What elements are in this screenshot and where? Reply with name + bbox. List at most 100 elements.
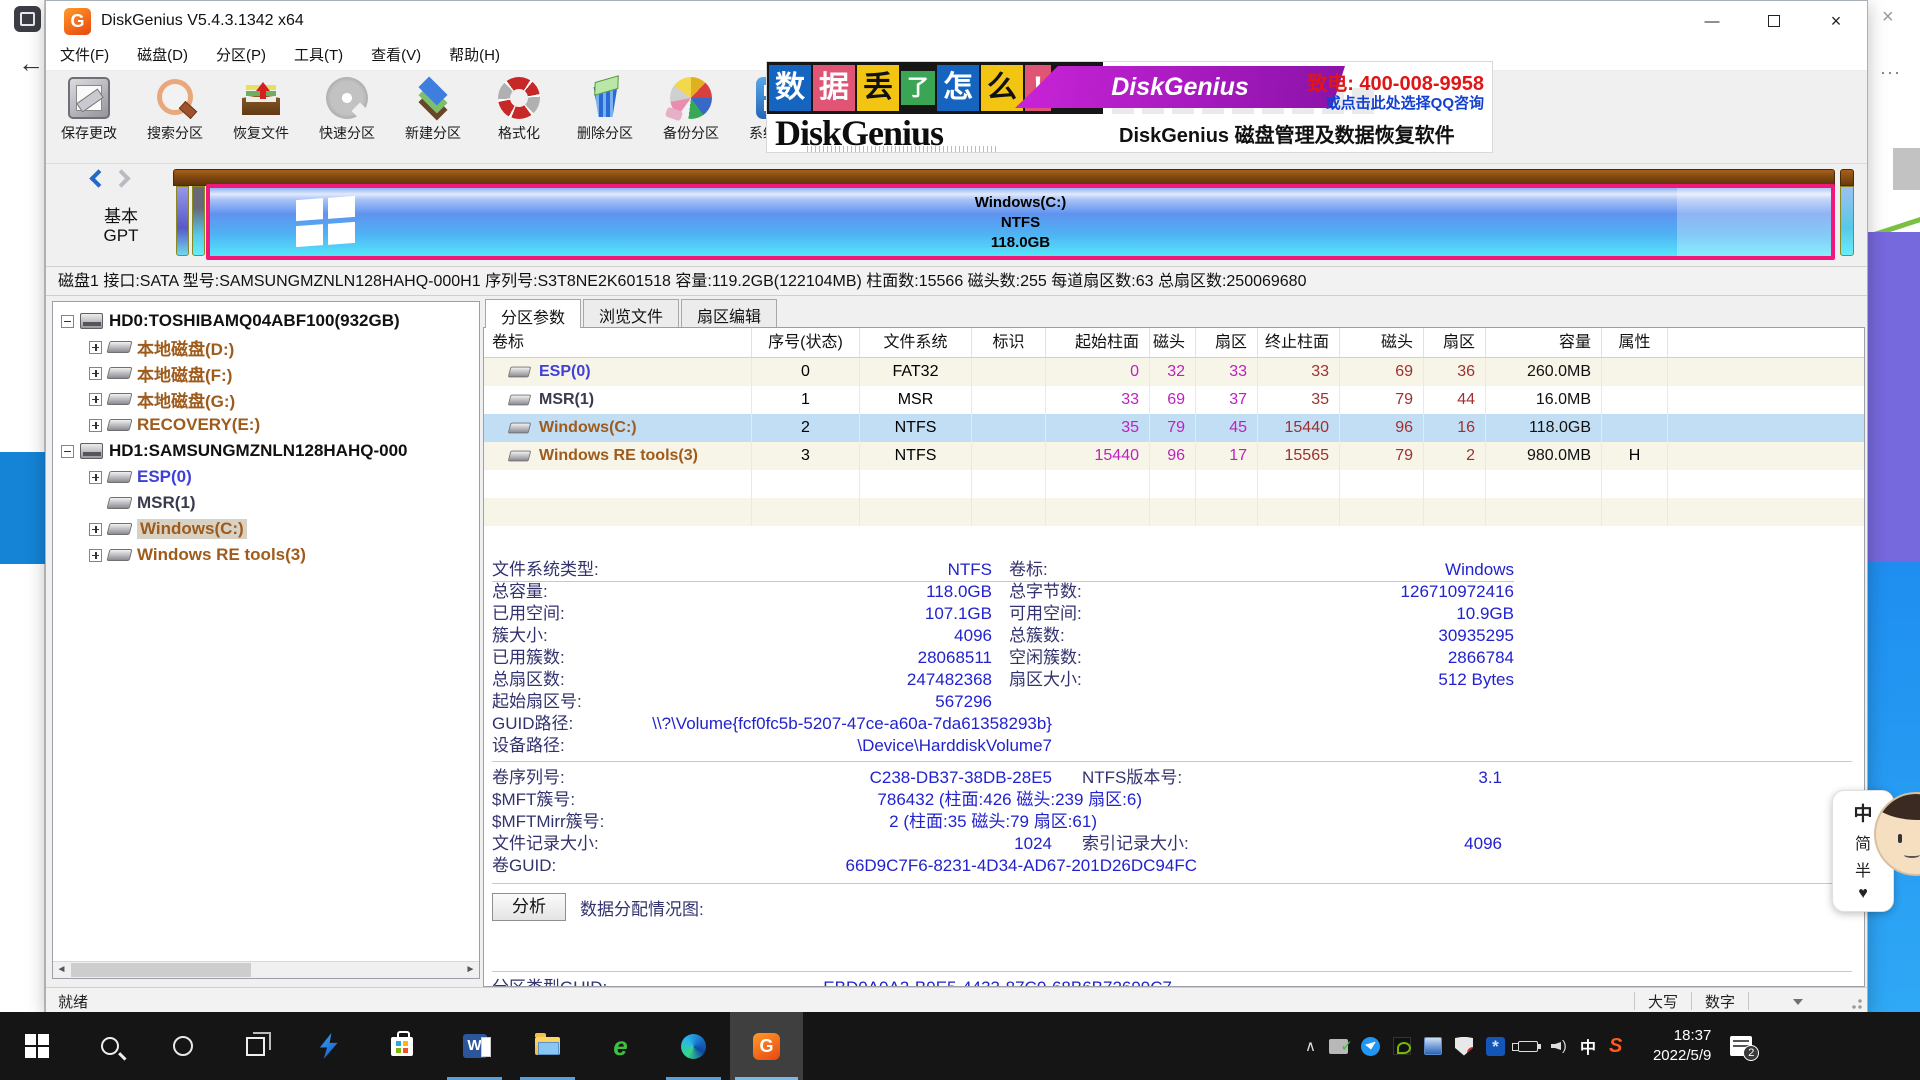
esp-partition-block[interactable]	[176, 186, 189, 256]
tree-item-msr[interactable]: MSR(1)	[53, 490, 479, 516]
snowflake-icon[interactable]: *	[1486, 1037, 1505, 1056]
task-view-button[interactable]	[219, 1012, 292, 1080]
tree-item-recovery-e[interactable]: RECOVERY(E:)	[53, 412, 479, 438]
background-more-icon[interactable]: ···	[1880, 62, 1901, 83]
scrollbar-thumb[interactable]	[71, 963, 251, 977]
analyze-button[interactable]: 分析	[492, 893, 566, 921]
col-end-sector[interactable]: 扇区	[1424, 328, 1486, 357]
tree-item-esp[interactable]: ESP(0)	[53, 464, 479, 490]
col-volume-label[interactable]: 卷标	[484, 328, 752, 357]
close-button[interactable]: ×	[1805, 1, 1867, 41]
expand-icon[interactable]	[89, 419, 102, 432]
tab-browse-files[interactable]: 浏览文件	[583, 299, 679, 328]
dingtalk-icon[interactable]	[1361, 1037, 1380, 1056]
col-start-sector[interactable]: 扇区	[1196, 328, 1258, 357]
notification-icon[interactable]: 2	[1730, 1036, 1752, 1056]
taskbar-search-button[interactable]	[73, 1012, 146, 1080]
menu-disk[interactable]: 磁盘(D)	[123, 41, 202, 71]
intel-graphics-icon[interactable]	[1424, 1037, 1442, 1055]
menu-partition[interactable]: 分区(P)	[202, 41, 280, 71]
new-partition-button[interactable]: 新建分区	[390, 71, 476, 161]
recover-files-button[interactable]: 恢复文件	[218, 71, 304, 161]
defender-icon[interactable]: ×	[1455, 1037, 1473, 1056]
background-close-icon[interactable]: ×	[1882, 6, 1894, 29]
col-end-cylinder[interactable]: 终止柱面	[1258, 328, 1340, 357]
table-row-windows-re[interactable]: Windows RE tools(3) 3NTFS 154409617 1556…	[484, 442, 1864, 470]
tree-item-hd0[interactable]: HD0:TOSHIBAMQ04ABF100(932GB)	[53, 308, 479, 334]
col-end-head[interactable]: 磁头	[1340, 328, 1424, 357]
scroll-left-icon[interactable]: ◄	[53, 962, 70, 978]
tree-item-hd1[interactable]: HD1:SAMSUNGMZNLN128HAHQ-000	[53, 438, 479, 464]
tree-item-windows-re[interactable]: Windows RE tools(3)	[53, 542, 479, 568]
scroll-right-icon[interactable]: ►	[462, 962, 479, 978]
tree-horizontal-scrollbar[interactable]: ◄ ►	[53, 961, 479, 978]
tree-item-disk-g[interactable]: 本地磁盘(G:)	[53, 386, 479, 412]
ie-browser-button[interactable]: e	[584, 1012, 657, 1080]
tree-item-disk-f[interactable]: 本地磁盘(F:)	[53, 360, 479, 386]
col-index-status[interactable]: 序号(状态)	[752, 328, 860, 357]
expand-icon[interactable]	[89, 471, 102, 484]
ime-mode-zh[interactable]: 中	[1853, 799, 1872, 826]
ad-qq-link[interactable]: 或点击此处选择QQ咨询	[1326, 92, 1484, 113]
edge-browser-button[interactable]	[657, 1012, 730, 1080]
col-attributes[interactable]: 属性	[1602, 328, 1668, 357]
expand-icon[interactable]	[89, 393, 102, 406]
collapse-icon[interactable]	[61, 315, 74, 328]
collapse-icon[interactable]	[61, 445, 74, 458]
table-row-esp[interactable]: ESP(0) 0FAT32 03233 336936 260.0MB	[484, 358, 1864, 386]
ime-indicator[interactable]: 中	[1580, 1034, 1596, 1058]
tree-item-disk-d[interactable]: 本地磁盘(D:)	[53, 334, 479, 360]
ime-halfwidth[interactable]: 半	[1855, 857, 1871, 881]
heart-icon[interactable]: ♥	[1858, 885, 1868, 903]
tab-partition-params[interactable]: 分区参数	[485, 299, 581, 328]
minimize-button[interactable]: —	[1681, 1, 1743, 41]
thunder-app-button[interactable]	[292, 1012, 365, 1080]
ad-banner[interactable]: 数 据 丢 了 怎 么 ! DiskGenius DiskGenius 致电: …	[766, 61, 1493, 153]
power-plug-icon[interactable]	[1518, 1041, 1538, 1052]
prev-disk-icon[interactable]	[89, 169, 107, 187]
backup-partition-button[interactable]: 备份分区	[648, 71, 734, 161]
quick-partition-button[interactable]: 快速分区	[304, 71, 390, 161]
windows-c-partition-block[interactable]: Windows(C:) NTFS 118.0GB	[206, 184, 1835, 260]
sogou-icon[interactable]: S	[1609, 1035, 1622, 1058]
start-button[interactable]	[0, 1012, 73, 1080]
tray-chevron-up-icon[interactable]: ∧	[1305, 1037, 1316, 1055]
table-row-msr[interactable]: MSR(1) 1MSR 336937 357944 16.0MB	[484, 386, 1864, 414]
menu-tools[interactable]: 工具(T)	[280, 41, 357, 71]
delete-partition-button[interactable]: 删除分区	[562, 71, 648, 161]
tree-item-windows-c[interactable]: Windows(C:)	[53, 516, 479, 542]
expand-icon[interactable]	[89, 523, 102, 536]
printer-check-icon[interactable]	[1329, 1039, 1348, 1054]
tab-sector-edit[interactable]: 扇区编辑	[681, 299, 777, 328]
diskgenius-taskbar-button[interactable]: G	[730, 1012, 803, 1080]
cortana-button[interactable]	[146, 1012, 219, 1080]
table-row-windows-c-selected[interactable]: Windows(C:) 2NTFS 357945 154409616 118.0…	[484, 414, 1864, 442]
status-dropdown-icon[interactable]	[1793, 999, 1803, 1010]
next-disk-icon[interactable]	[112, 169, 130, 187]
search-partition-button[interactable]: 搜索分区	[132, 71, 218, 161]
menu-view[interactable]: 查看(V)	[357, 41, 435, 71]
ime-simplified[interactable]: 简	[1855, 830, 1871, 854]
back-arrow-icon[interactable]: ←	[18, 48, 44, 79]
maximize-button[interactable]	[1743, 1, 1805, 41]
taskbar-clock[interactable]: 18:372022/5/9	[1635, 1026, 1711, 1067]
re-tools-partition-block[interactable]	[1840, 186, 1854, 256]
speaker-icon[interactable]	[1551, 1040, 1561, 1052]
menu-file[interactable]: 文件(F)	[46, 41, 123, 71]
store-app-button[interactable]	[365, 1012, 438, 1080]
col-start-cylinder[interactable]: 起始柱面	[1046, 328, 1150, 357]
col-filesystem[interactable]: 文件系统	[860, 328, 972, 357]
format-button[interactable]: 格式化	[476, 71, 562, 161]
save-changes-button[interactable]: 保存更改	[46, 71, 132, 161]
menu-help[interactable]: 帮助(H)	[435, 41, 514, 71]
resize-grip[interactable]	[1851, 998, 1863, 1010]
expand-icon[interactable]	[89, 341, 102, 354]
word-app-button[interactable]: W	[438, 1012, 511, 1080]
expand-icon[interactable]	[89, 367, 102, 380]
file-explorer-button[interactable]	[511, 1012, 584, 1080]
msr-partition-block[interactable]	[192, 186, 205, 256]
col-start-head[interactable]: 磁头	[1150, 328, 1196, 357]
col-capacity[interactable]: 容量	[1486, 328, 1602, 357]
col-flag[interactable]: 标识	[972, 328, 1046, 357]
nvidia-icon[interactable]	[1393, 1037, 1411, 1055]
